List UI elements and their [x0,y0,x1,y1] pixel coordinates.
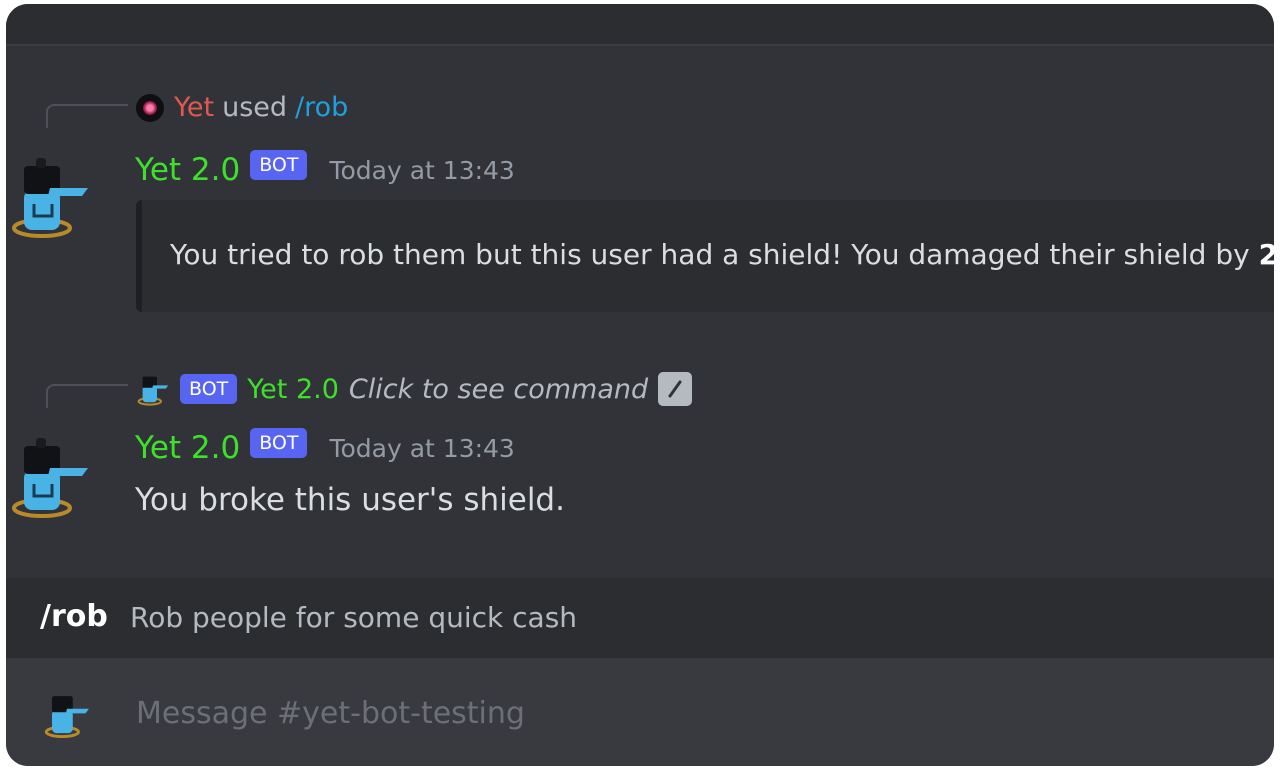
command-suggestion[interactable]: /rob Rob people for some quick cash [6,578,1274,658]
reply-connector [46,104,128,128]
embed-description: You tried to rob them but this user had … [170,238,1274,271]
message-content: You broke this user's shield. [135,482,565,518]
author-name[interactable]: Yet 2.0 [135,152,240,188]
command-name: /rob [40,599,108,634]
click-to-see-command[interactable]: Click to see command [349,374,648,405]
reply-command[interactable]: /rob [295,92,348,123]
message-timestamp[interactable]: Today at 13:43 [329,156,514,185]
message-header: Yet 2.0 BOT Today at 13:43 [135,428,515,466]
bot-tag: BOT [250,428,308,458]
bot-avatar-icon [136,371,170,407]
reply-username[interactable]: Yet [174,92,214,123]
reply-connector [46,384,128,408]
slash-command-icon[interactable] [658,372,693,406]
user-avatar-icon [136,93,164,122]
message-timestamp[interactable]: Today at 13:43 [329,434,514,463]
bot-tag: BOT [250,150,308,180]
message-input[interactable] [134,692,1038,734]
message-header: Yet 2.0 BOT Today at 13:43 [135,150,515,188]
channel-header [6,4,1274,44]
reply-preview[interactable]: BOT Yet 2.0 Click to see command [136,371,693,407]
command-description: Rob people for some quick cash [130,601,578,634]
reply-verb: used [222,92,288,123]
bot-tag: BOT [180,374,238,404]
message-composer [6,658,1274,766]
author-name[interactable]: Yet 2.0 [135,430,240,466]
bot-avatar-icon[interactable] [10,432,90,522]
damage-percent: 2% [1258,238,1274,271]
header-divider [6,44,1274,46]
message-embed: You tried to rob them but this user had … [136,200,1274,312]
chat-window: Yet used /rob Yet 2.0 BOT Today at 13:43… [6,4,1274,766]
bot-avatar-icon[interactable] [10,152,90,242]
reply-username[interactable]: Yet 2.0 [247,374,339,405]
bot-avatar-icon[interactable] [42,688,92,740]
reply-preview[interactable]: Yet used /rob [136,92,348,123]
